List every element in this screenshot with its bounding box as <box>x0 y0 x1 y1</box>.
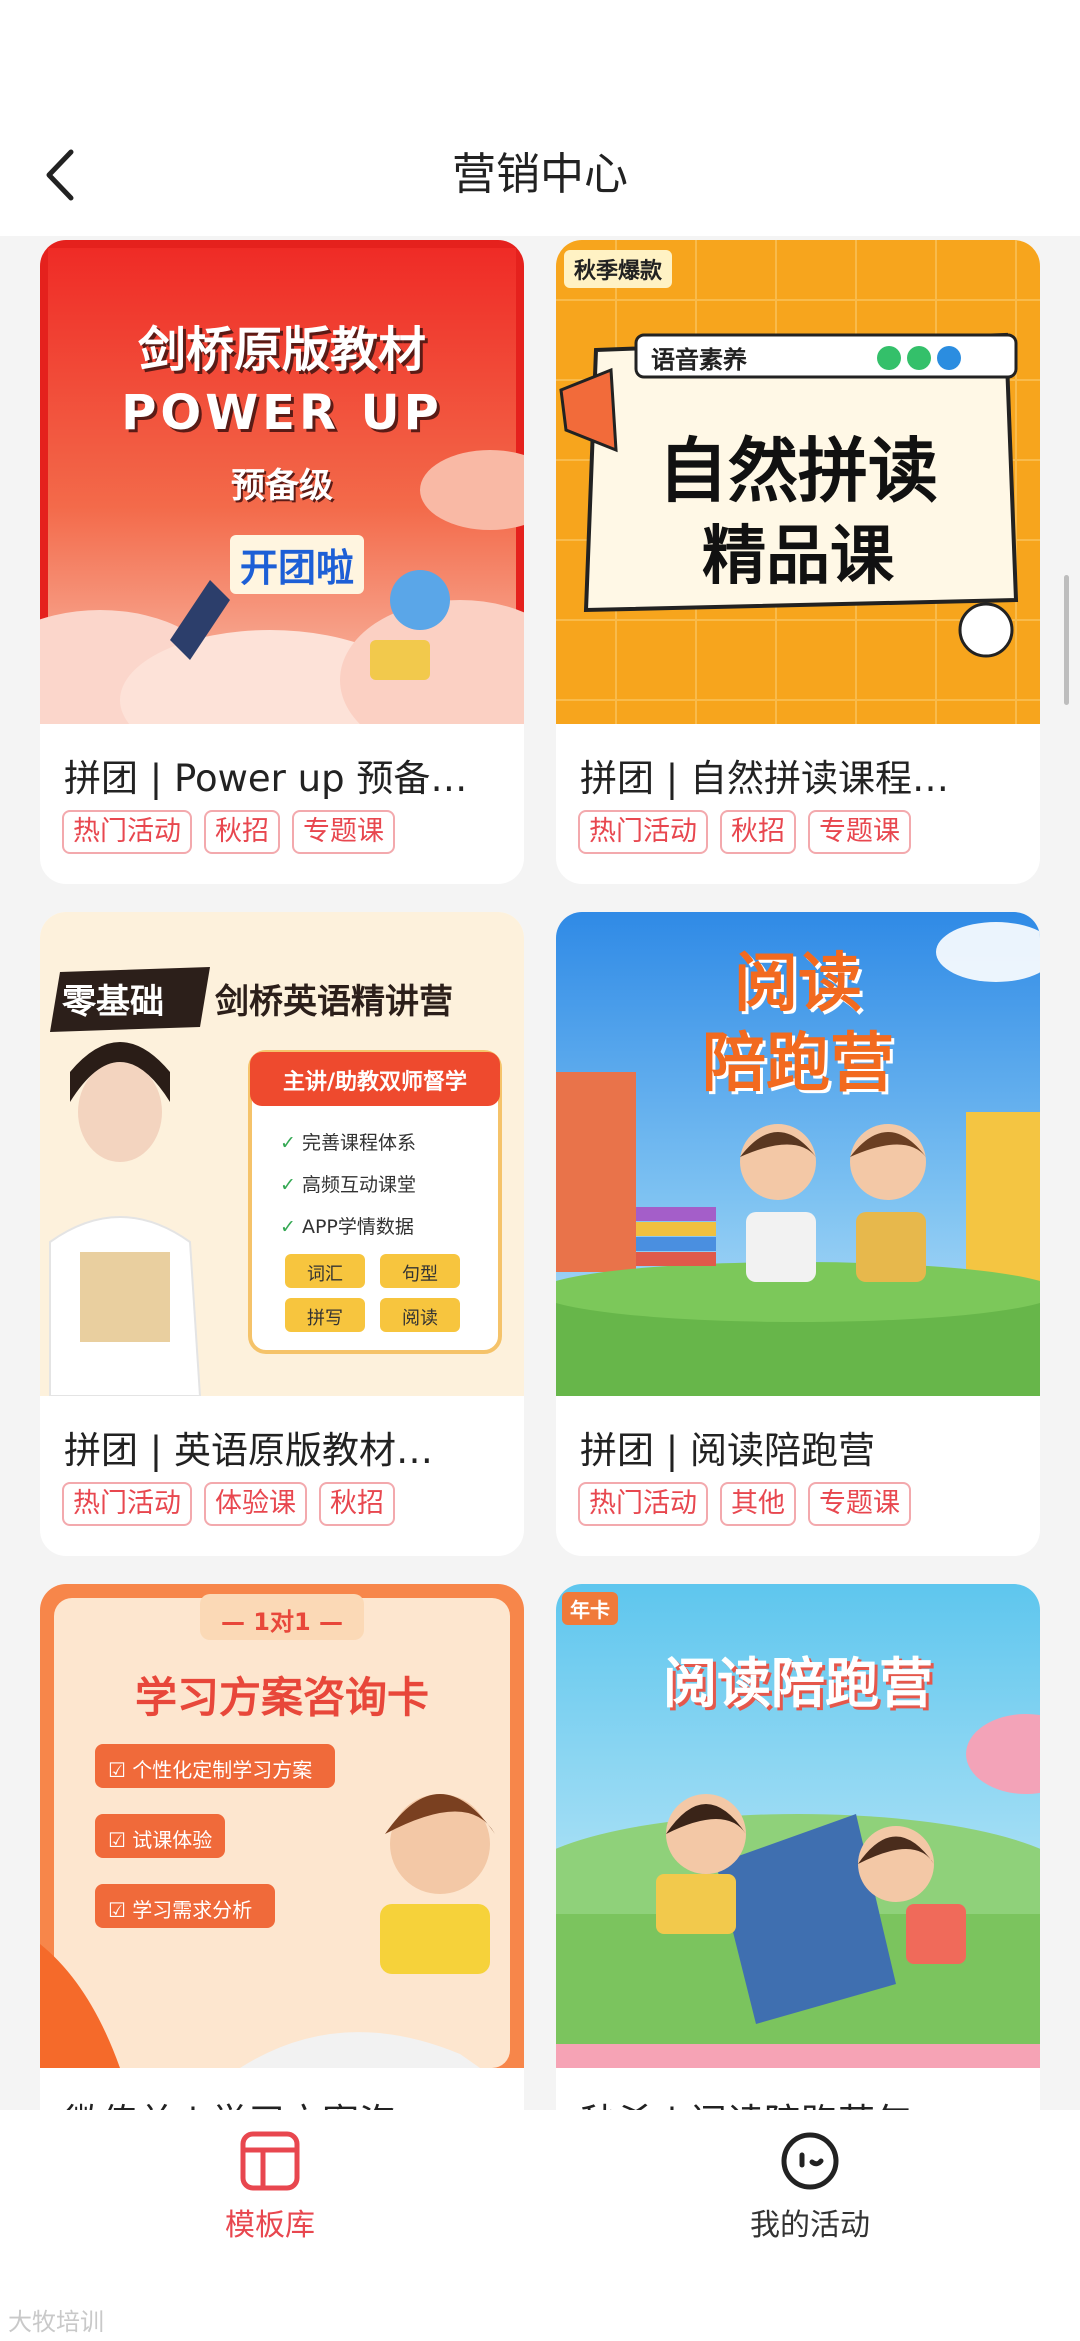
tag: 秋招 <box>720 810 796 854</box>
check-item: ✓ APP学情数据 <box>280 1216 414 1238</box>
tag: 热门活动 <box>578 810 708 854</box>
card-cover-image: 剑桥原版教材 POWER UP 预备级 开团啦 <box>40 240 524 724</box>
tag: 热门活动 <box>62 810 192 854</box>
cover-pill: 拼写 <box>307 1308 343 1329</box>
template-card[interactable]: 零基础 剑桥英语精讲营 主讲/助教双师督学 ✓ 完善课程体系 ✓ 高频互动课堂 … <box>40 912 524 1556</box>
cover-headline: 学习方案咨询卡 <box>134 1673 429 1722</box>
check-item: ✓ 高频互动课堂 <box>280 1174 416 1196</box>
tab-label: 模板库 <box>225 2208 315 2243</box>
cover-item: ☑ 个性化定制学习方案 <box>108 1758 313 1782</box>
template-grid: 剑桥原版教材 POWER UP 预备级 开团啦 拼团 | Power up 预备… <box>0 238 1080 2110</box>
template-card[interactable]: 阅读 陪跑营 拼团 | 阅读陪跑营 热门活动 其他 专题课 <box>556 912 1040 1556</box>
card-title: 拼团 | 自然拼读课程… <box>580 757 949 800</box>
card-cover-image: 秋季爆款 语音素养 自然拼读 精品课 <box>556 240 1040 724</box>
cover-subtitle: 语音素养 <box>651 346 747 374</box>
watermark: 大牧培训 <box>8 2308 104 2336</box>
check-item: ✓ 完善课程体系 <box>280 1132 416 1154</box>
cover-headline: 剑桥英语精讲营 <box>215 982 453 1022</box>
template-library-icon <box>240 2131 300 2191</box>
cover-headline: 阅读 <box>734 947 862 1021</box>
cover-panel-title: 主讲/助教双师督学 <box>282 1070 468 1095</box>
cover-corner-badge: 年卡 <box>562 1592 618 1625</box>
cover-ribbon: — 1对1 — <box>220 1608 344 1636</box>
card-tags: 热门活动 秋招 专题课 <box>578 810 911 854</box>
card-tags: 热门活动 体验课 秋招 <box>62 1482 395 1526</box>
card-title: 拼团 | 英语原版教材… <box>64 1429 433 1472</box>
card-title: 拼团 | 阅读陪跑营 <box>580 1429 875 1472</box>
card-title: 拼团 | Power up 预备… <box>64 757 468 800</box>
tag: 其他 <box>720 1482 796 1526</box>
cover-pill: 阅读 <box>402 1308 438 1329</box>
cover-subheadline: POWER UP <box>121 385 443 441</box>
cover-headline: 自然拼读 <box>658 430 938 512</box>
template-card[interactable]: 年卡 阅读陪跑营 秒杀 | 阅读陪跑营年… <box>556 1584 1040 2110</box>
tag: 热门活动 <box>578 1482 708 1526</box>
tag: 秋招 <box>204 810 280 854</box>
cover-badge: 开团啦 <box>230 535 365 594</box>
tab-label: 我的活动 <box>750 2208 870 2243</box>
cover-item: ☑ 试课体验 <box>108 1828 213 1852</box>
cover-level: 预备级 <box>231 466 333 506</box>
card-cover-image: 年卡 阅读陪跑营 <box>556 1584 1040 2068</box>
app-header: 营销中心 <box>0 0 1080 236</box>
tag: 热门活动 <box>62 1482 192 1526</box>
cover-checklist: ✓ 完善课程体系 ✓ 高频互动课堂 ✓ APP学情数据 <box>280 1122 416 1248</box>
card-tags: 热门活动 其他 专题课 <box>578 1482 911 1526</box>
cover-subheadline: 陪跑营 <box>702 1027 894 1101</box>
cover-pill: 词汇 <box>307 1264 343 1285</box>
cover-item: ☑ 学习需求分析 <box>108 1898 253 1922</box>
tag: 专题课 <box>808 810 911 854</box>
page-title: 营销中心 <box>452 149 628 200</box>
cover-pill: 句型 <box>402 1264 438 1285</box>
card-cover-image: — 1对1 — 学习方案咨询卡 ☑ 个性化定制学习方案 ☑ 试课体验 ☑ 学习需… <box>40 1584 524 2068</box>
cover-tag: 零基础 <box>62 982 164 1022</box>
cover-headline: 阅读陪跑营 <box>663 1652 933 1715</box>
smile-face-icon <box>781 2132 839 2190</box>
tag: 秋招 <box>319 1482 395 1526</box>
template-card[interactable]: 剑桥原版教材 POWER UP 预备级 开团啦 拼团 | Power up 预备… <box>40 240 524 884</box>
bottom-tab-bar: 模板库 我的活动 <box>0 2110 1080 2341</box>
tag: 专题课 <box>808 1482 911 1526</box>
card-title: 秒杀 | 阅读陪跑营年… <box>580 2092 1026 2110</box>
cover-headline: 剑桥原版教材 <box>137 322 426 378</box>
cover-corner-badge: 秋季爆款 <box>564 250 673 288</box>
cover-subheadline: 精品课 <box>702 520 894 594</box>
tab-my-activities[interactable]: 我的活动 <box>660 2130 960 2244</box>
tab-template-library[interactable]: 模板库 <box>120 2130 420 2244</box>
tag: 专题课 <box>292 810 395 854</box>
template-card[interactable]: — 1对1 — 学习方案咨询卡 ☑ 个性化定制学习方案 ☑ 试课体验 ☑ 学习需… <box>40 1584 524 2110</box>
card-tags: 热门活动 秋招 专题课 <box>62 810 395 854</box>
card-cover-image: 零基础 剑桥英语精讲营 主讲/助教双师督学 ✓ 完善课程体系 ✓ 高频互动课堂 … <box>40 912 524 1396</box>
tag: 体验课 <box>204 1482 307 1526</box>
card-cover-image: 阅读 陪跑营 <box>556 912 1040 1396</box>
template-card[interactable]: 秋季爆款 语音素养 自然拼读 精品课 拼团 | 自然拼读课程… 热门活动 秋招 … <box>556 240 1040 884</box>
card-title: 微传单 | 学习方案咨… <box>64 2092 510 2110</box>
